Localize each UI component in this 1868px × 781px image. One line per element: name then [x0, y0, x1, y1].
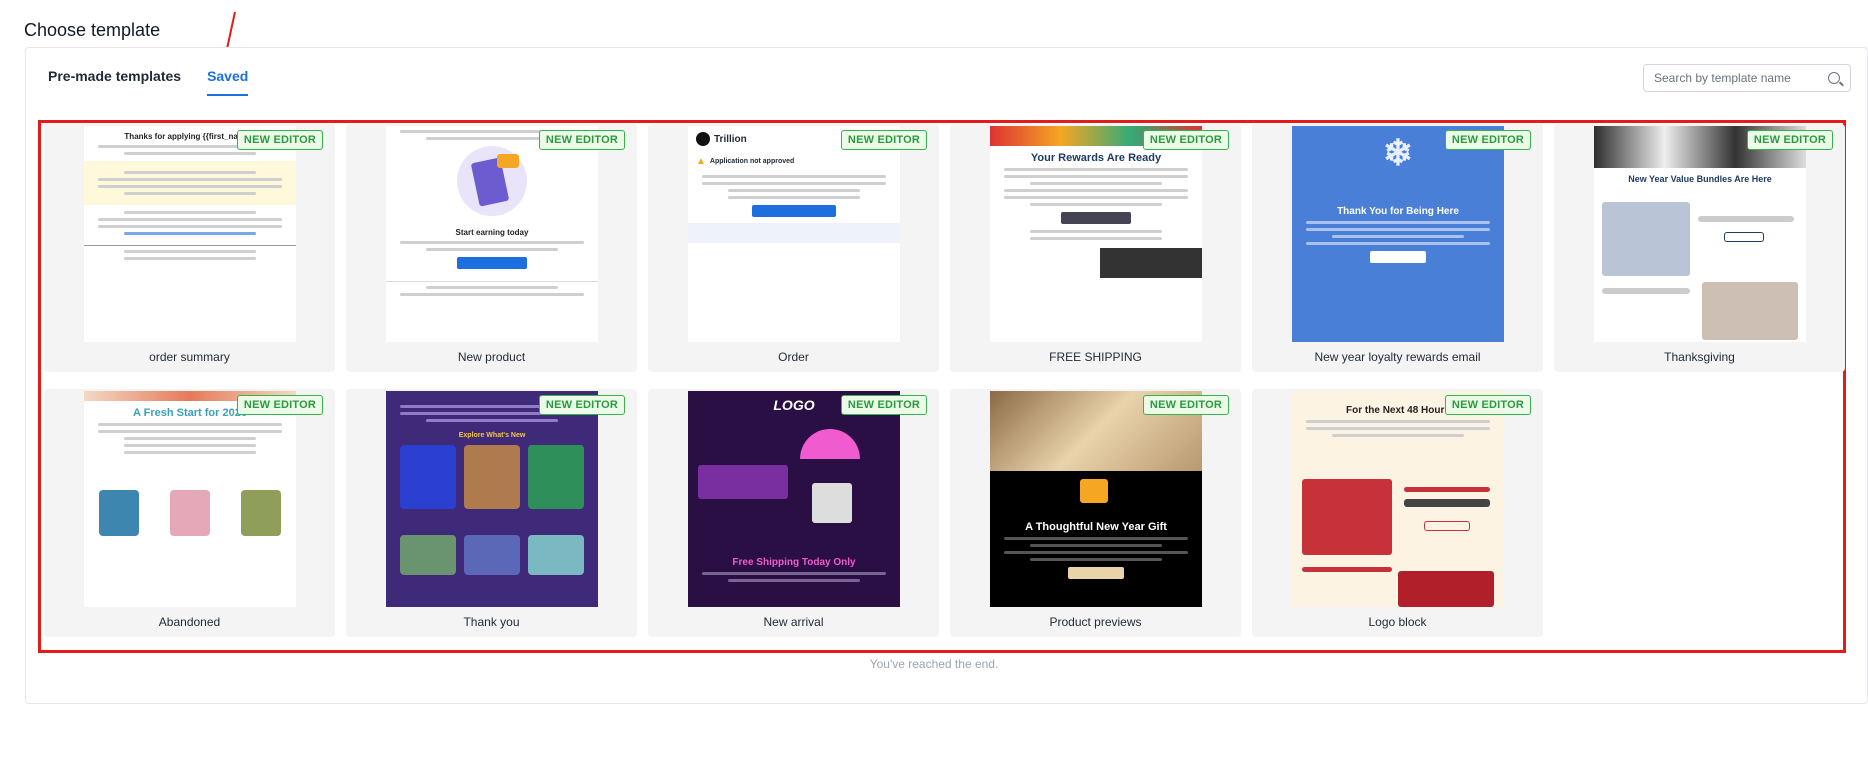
- headphones-green-icon: [528, 445, 584, 509]
- template-name: Thank you: [463, 615, 520, 629]
- template-name: New arrival: [763, 615, 824, 629]
- headphones-brown-icon: [464, 445, 520, 509]
- parachute-icon: [800, 429, 860, 459]
- new-editor-badge: NEW EDITOR: [1444, 130, 1531, 150]
- template-thumbnail: For the Next 48 Hours: [1292, 391, 1504, 607]
- template-name: Product previews: [1049, 615, 1142, 629]
- tab-pre-made-templates[interactable]: Pre-made templates: [48, 68, 181, 96]
- template-thumbnail: Start earning today: [386, 126, 598, 342]
- template-name: Logo block: [1368, 615, 1427, 629]
- thumbnail-headline: Application not approved: [709, 158, 795, 165]
- template-name: New year loyalty rewards email: [1314, 350, 1481, 364]
- shirt-icon: [240, 490, 281, 536]
- thumbnail-headline: New Year Value Bundles Are Here: [1628, 174, 1772, 184]
- template-name: Order: [778, 350, 809, 364]
- new-editor-badge: NEW EDITOR: [840, 130, 927, 150]
- headphones-blue-icon: [400, 445, 456, 509]
- template-thumbnail: Thanks for applying {{first_name}}: [84, 126, 296, 342]
- template-thumbnail: Explore What's New: [386, 391, 598, 607]
- warning-icon: ▲: [696, 156, 706, 167]
- new-editor-badge: NEW EDITOR: [236, 395, 323, 415]
- tshirt-icon: [99, 490, 140, 536]
- new-editor-badge: NEW EDITOR: [1746, 130, 1833, 150]
- template-thumbnail: A Thoughtful New Year Gift: [990, 391, 1202, 607]
- new-editor-badge: NEW EDITOR: [1142, 130, 1229, 150]
- choose-template-modal: Choose template Pre-made templates Saved…: [0, 0, 1868, 781]
- new-editor-badge: NEW EDITOR: [538, 130, 625, 150]
- search-icon[interactable]: [1828, 72, 1840, 84]
- thumbnail-headline: Free Shipping Today Only: [732, 557, 856, 568]
- template-card[interactable]: Explore What's New NEW EDITOR Thank you: [346, 389, 637, 637]
- sweater-icon: [169, 490, 210, 536]
- end-of-list-message: You've reached the end.: [869, 657, 999, 671]
- template-thumbnail: LOGO Free Shipping Today Only: [688, 391, 900, 607]
- tab-saved[interactable]: Saved: [207, 68, 249, 96]
- template-card[interactable]: New Year Value Bundles Are Here NEW EDIT…: [1554, 124, 1845, 372]
- new-editor-badge: NEW EDITOR: [1444, 395, 1531, 415]
- template-tabs: Pre-made templates Saved: [48, 68, 249, 96]
- template-name: order summary: [149, 350, 230, 364]
- template-search[interactable]: [1643, 64, 1851, 92]
- new-editor-badge: NEW EDITOR: [1142, 395, 1229, 415]
- thumbnail-headline: Start earning today: [455, 228, 529, 237]
- new-editor-badge: NEW EDITOR: [236, 130, 323, 150]
- template-card[interactable]: A Fresh Start for 2026 NEW EDITOR Abando…: [44, 389, 335, 637]
- template-name: FREE SHIPPING: [1049, 350, 1142, 364]
- new-editor-badge: NEW EDITOR: [538, 395, 625, 415]
- thumbnail-headline: Thank You for Being Here: [1337, 206, 1459, 217]
- template-name: Abandoned: [158, 615, 221, 629]
- template-card[interactable]: ❄ Thank You for Being Here NEW EDITOR Ne…: [1252, 124, 1543, 372]
- template-name: Thanksgiving: [1664, 350, 1735, 364]
- modal-title: Choose template: [24, 20, 161, 40]
- template-card[interactable]: Start earning today NEW EDITOR New produ…: [346, 124, 637, 372]
- template-card[interactable]: LOGO Free Shipping Today Only NEW EDITOR…: [648, 389, 939, 637]
- template-thumbnail: Trillion ▲ Application not approved: [688, 126, 900, 342]
- template-card[interactable]: For the Next 48 Hours NEW EDITOR Logo bl…: [1252, 389, 1543, 637]
- template-card[interactable]: Thanks for applying {{first_name}} NEW E…: [44, 124, 335, 372]
- template-card[interactable]: Your Rewards Are Ready NEW EDITOR FREE S…: [950, 124, 1241, 372]
- template-thumbnail: Your Rewards Are Ready: [990, 126, 1202, 342]
- search-input[interactable]: [1654, 71, 1828, 85]
- brand-logo-icon: [696, 132, 710, 146]
- thumbnail-headline: A Thoughtful New Year Gift: [1025, 521, 1167, 533]
- template-card[interactable]: Trillion ▲ Application not approved NEW …: [648, 124, 939, 372]
- new-editor-badge: NEW EDITOR: [840, 395, 927, 415]
- template-thumbnail: A Fresh Start for 2026: [84, 391, 296, 607]
- brand-name: Trillion: [714, 133, 747, 145]
- gift-box-icon: [1080, 479, 1108, 503]
- template-name: New product: [457, 350, 526, 364]
- thumbnail-headline: Explore What's New: [458, 432, 526, 439]
- template-card[interactable]: A Thoughtful New Year Gift NEW EDITOR Pr…: [950, 389, 1241, 637]
- template-thumbnail: New Year Value Bundles Are Here: [1594, 126, 1806, 342]
- template-grid: Thanks for applying {{first_name}} NEW E…: [44, 124, 1845, 637]
- template-thumbnail: ❄ Thank You for Being Here: [1292, 126, 1504, 342]
